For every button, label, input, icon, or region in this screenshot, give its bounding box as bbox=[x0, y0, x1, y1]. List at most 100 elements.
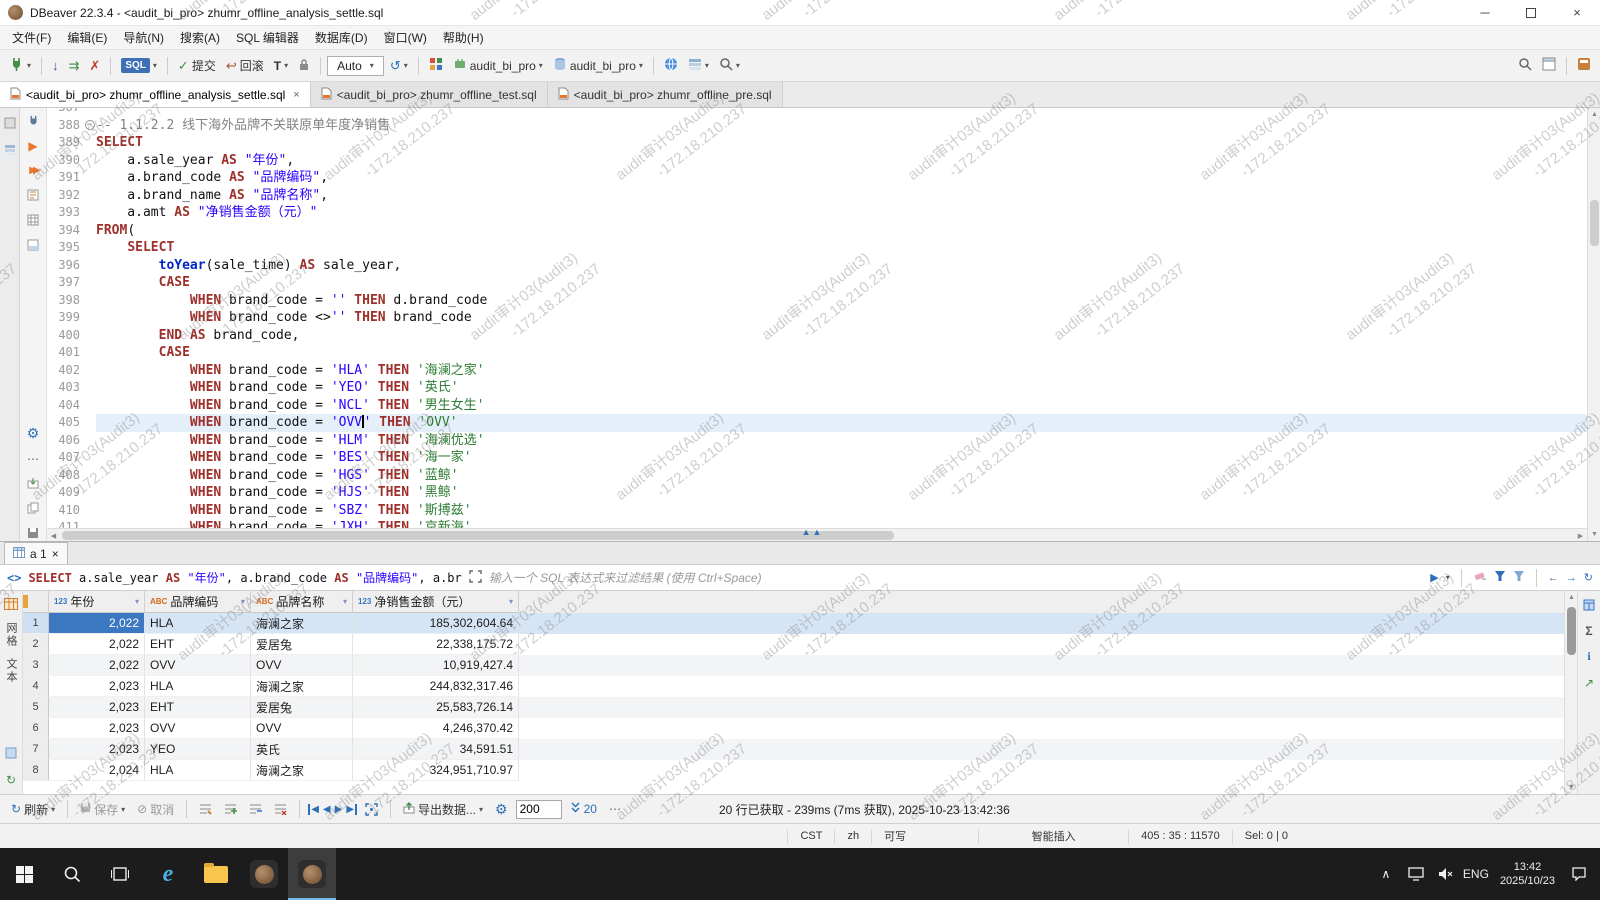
cancel-button[interactable]: ⊘ 取消 bbox=[133, 798, 178, 820]
scroll-up-icon[interactable]: ▲ bbox=[1588, 108, 1600, 121]
scroll-thumb[interactable] bbox=[62, 531, 894, 540]
code-area[interactable]: 387388−-- 1.1.2.2 线下海外品牌不关联原单年度净销售389SEL… bbox=[47, 108, 1587, 528]
code-line[interactable]: 404 WHEN brand_code = 'NCL' THEN '男生女生' bbox=[47, 397, 1587, 415]
edit-cell-button[interactable] bbox=[195, 798, 216, 820]
grid-cell[interactable]: 244,832,317.46 bbox=[353, 676, 519, 697]
grid-cell[interactable]: 2,023 bbox=[49, 718, 145, 739]
grid-cell[interactable]: EHT bbox=[145, 697, 251, 718]
aggregate-icon[interactable]: Σ bbox=[1581, 622, 1598, 639]
scroll-down-icon[interactable]: ▼ bbox=[1588, 528, 1600, 541]
metadata-icon[interactable]: i bbox=[1581, 648, 1598, 665]
menu-file[interactable]: 文件(F) bbox=[4, 26, 59, 49]
overflow-icon[interactable]: ⋯ bbox=[605, 798, 625, 820]
search-dropdown-button[interactable]: ▾ bbox=[715, 54, 744, 78]
stop-button[interactable]: ✗ bbox=[85, 54, 104, 78]
menu-sql-editor[interactable]: SQL 编辑器 bbox=[228, 26, 307, 49]
volume-icon[interactable] bbox=[1431, 867, 1461, 881]
filter-input[interactable]: 输入一个 SQL 表达式来过滤结果 (使用 Ctrl+Space) bbox=[489, 569, 1424, 586]
sync-button[interactable]: ⇉ bbox=[65, 54, 84, 78]
task-view-button[interactable] bbox=[96, 848, 144, 900]
run-script-icon[interactable]: ▶▶ bbox=[25, 162, 42, 179]
close-result-icon[interactable]: × bbox=[52, 547, 59, 561]
grid-cell[interactable]: 22,338,175.72 bbox=[353, 634, 519, 655]
code-line[interactable]: 407 WHEN brand_code = 'BES' THEN '海一家' bbox=[47, 449, 1587, 467]
db-navigator-icon[interactable] bbox=[1, 141, 18, 158]
new-connection-button[interactable]: ▾ bbox=[5, 54, 35, 78]
monitor-icon[interactable] bbox=[1401, 867, 1431, 881]
code-line[interactable]: 403 WHEN brand_code = 'YEO' THEN '英氏' bbox=[47, 379, 1587, 397]
grid-row[interactable]: 72,023YEO英氏34,591.51 bbox=[23, 739, 1564, 760]
export-button[interactable]: 导出数据... ▾ bbox=[399, 798, 487, 820]
grid-cell[interactable]: OVV bbox=[251, 655, 353, 676]
lock-button[interactable] bbox=[294, 54, 314, 78]
panel-toggle-icon[interactable] bbox=[25, 236, 42, 253]
presentation-tab-grid[interactable]: 网格 bbox=[3, 622, 19, 648]
menu-edit[interactable]: 编辑(E) bbox=[59, 26, 115, 49]
code-line[interactable]: 393 a.amt AS "净销售金额（元）" bbox=[47, 204, 1587, 222]
column-header[interactable]: ABC品牌名称▾ bbox=[251, 591, 353, 613]
focus-row-button[interactable] bbox=[361, 798, 382, 820]
row-number[interactable]: 1 bbox=[23, 613, 49, 634]
fetch-results-button[interactable]: ↓ bbox=[48, 54, 63, 78]
autocommit-select[interactable]: Auto ▾ bbox=[327, 56, 384, 76]
apply-filter-icon[interactable]: ▶ bbox=[1430, 571, 1438, 584]
delete-row-button[interactable] bbox=[270, 798, 291, 820]
panels-icon[interactable] bbox=[3, 744, 20, 761]
grid-cell[interactable]: HLA bbox=[145, 613, 251, 634]
save-icon[interactable] bbox=[25, 524, 42, 541]
code-line[interactable]: 400 END AS brand_code, bbox=[47, 327, 1587, 345]
globe-button[interactable] bbox=[660, 54, 682, 78]
grid-cell[interactable]: 2,022 bbox=[49, 634, 145, 655]
grid-cell[interactable]: 海澜之家 bbox=[251, 760, 353, 781]
fold-gutter[interactable]: − bbox=[83, 117, 96, 135]
menu-database[interactable]: 数据库(D) bbox=[307, 26, 376, 49]
grid-cell[interactable]: 324,951,710.97 bbox=[353, 760, 519, 781]
code-line[interactable]: 394FROM( bbox=[47, 222, 1587, 240]
row-number[interactable]: 7 bbox=[23, 739, 49, 760]
cursor-position[interactable]: 405 : 35 : 11570 bbox=[1128, 829, 1232, 844]
scroll-left-icon[interactable]: ◀ bbox=[47, 529, 60, 541]
run-sql-icon[interactable]: ▶ bbox=[25, 138, 42, 155]
grid-settings-button[interactable]: ⚙ bbox=[491, 798, 512, 820]
layers-button[interactable]: ▾ bbox=[684, 54, 713, 78]
grid-row[interactable]: 32,022OVVOVV10,919,427.4 bbox=[23, 655, 1564, 676]
menu-help[interactable]: 帮助(H) bbox=[435, 26, 492, 49]
menu-window[interactable]: 窗口(W) bbox=[376, 26, 435, 49]
horizontal-scrollbar[interactable]: ◀ ▶ ▲▲ bbox=[47, 528, 1587, 541]
dbeaver-taskbar-icon[interactable] bbox=[240, 848, 288, 900]
column-header[interactable]: 123年份▾ bbox=[49, 591, 145, 613]
result-tab[interactable]: a 1 × bbox=[4, 542, 68, 564]
last-row-icon[interactable]: ▶ bbox=[346, 804, 357, 815]
schema-selector[interactable]: audit_bi_pro ▾ bbox=[549, 54, 647, 78]
back-icon[interactable]: ← bbox=[1548, 572, 1559, 584]
grid-cell[interactable]: 2,023 bbox=[49, 739, 145, 760]
grid-row[interactable]: 22,022EHT爱居兔22,338,175.72 bbox=[23, 634, 1564, 655]
column-header[interactable]: 123净销售金额（元）▾ bbox=[353, 591, 519, 613]
code-line[interactable]: 408 WHEN brand_code = 'HGS' THEN '蓝鲸' bbox=[47, 467, 1587, 485]
start-button[interactable] bbox=[0, 848, 48, 900]
grid-cell[interactable]: HLA bbox=[145, 760, 251, 781]
forward-icon[interactable]: → bbox=[1566, 572, 1577, 584]
column-filter-icon[interactable]: ▾ bbox=[135, 597, 139, 606]
connection-selector[interactable]: audit_bi_pro ▾ bbox=[449, 54, 547, 78]
row-number[interactable]: 3 bbox=[23, 655, 49, 676]
copy-icon[interactable] bbox=[25, 500, 42, 517]
code-line[interactable]: 405 WHEN brand_code = 'OVV' THEN 'OVV' bbox=[47, 414, 1587, 432]
overflow-dots-icon[interactable]: ⋯ bbox=[25, 450, 42, 467]
sql-editor-button[interactable]: SQL ▾ bbox=[117, 54, 161, 78]
close-tab-icon[interactable]: × bbox=[293, 89, 299, 101]
grid-cell[interactable]: 爱居兔 bbox=[251, 634, 353, 655]
tab-analysis-settle[interactable]: <audit_bi_pro> zhumr_offline_analysis_se… bbox=[0, 82, 311, 107]
column-header[interactable]: ABC品牌编码▾ bbox=[145, 591, 251, 613]
file-explorer-icon[interactable] bbox=[192, 848, 240, 900]
grid-row[interactable]: 52,023EHT爱居兔25,583,726.14 bbox=[23, 697, 1564, 718]
code-line[interactable]: 392 a.brand_name AS "品牌名称", bbox=[47, 187, 1587, 205]
maximize-button[interactable] bbox=[1508, 0, 1554, 25]
filter-menu-icon[interactable] bbox=[1494, 570, 1506, 585]
grid-cell[interactable]: HLA bbox=[145, 676, 251, 697]
filter-save-icon[interactable] bbox=[1513, 570, 1525, 585]
grid-cell[interactable]: 185,302,604.64 bbox=[353, 613, 519, 634]
fetch-next-button[interactable]: 20 bbox=[566, 798, 601, 820]
next-row-icon[interactable]: ▶ bbox=[335, 804, 343, 815]
value-viewer-icon[interactable] bbox=[1581, 596, 1598, 613]
